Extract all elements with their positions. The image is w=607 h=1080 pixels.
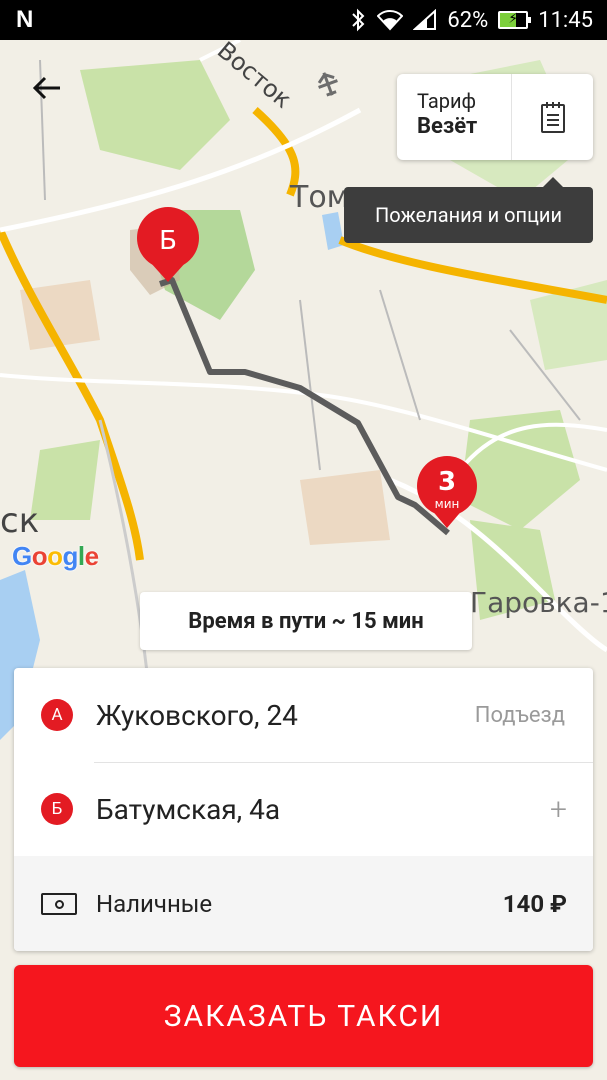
add-stop-button[interactable]: + xyxy=(550,792,567,827)
google-letter: l xyxy=(77,541,85,571)
cash-icon xyxy=(41,893,77,915)
wifi-icon xyxy=(377,10,404,31)
map-label-town-top: Том xyxy=(289,180,349,215)
map-label-town-right: Гаровка-1 xyxy=(470,586,607,619)
travel-time-label: Время в пути ~ 15 мин xyxy=(140,592,472,650)
battery-charging-icon: ⚡ xyxy=(498,11,532,29)
payment-method: Наличные xyxy=(96,889,213,918)
options-button[interactable] xyxy=(512,74,593,160)
google-letter: e xyxy=(84,541,99,571)
notepad-icon xyxy=(540,102,565,133)
google-letter: G xyxy=(12,541,32,571)
destination-address-row[interactable]: Б Батумская, 4а + xyxy=(14,762,593,856)
bluetooth-icon xyxy=(352,8,365,32)
google-letter: o xyxy=(31,541,48,571)
carrier-logo: N xyxy=(16,6,33,33)
tariff-name: Везёт xyxy=(417,114,478,139)
trip-price: 140 ₽ xyxy=(502,889,567,918)
status-bar: N 62% ⚡ 11:45 xyxy=(0,0,607,40)
route-card: А Жуковского, 24 Подъезд Б Батумская, 4а… xyxy=(14,668,593,951)
payment-row[interactable]: Наличные 140 ₽ xyxy=(14,856,593,951)
google-logo: Google xyxy=(12,541,99,572)
map-label-town-left: ск xyxy=(0,501,39,541)
arrow-back-icon xyxy=(32,76,60,100)
destination-address: Батумская, 4а xyxy=(96,792,281,826)
options-tooltip: Пожелания и опции xyxy=(344,177,593,243)
signal-icon xyxy=(413,9,437,30)
pickup-address: Жуковского, 24 xyxy=(96,698,298,732)
pickup-minutes-unit: мин xyxy=(435,497,460,511)
destination-badge: Б xyxy=(41,793,73,825)
google-letter: g xyxy=(62,541,79,571)
destination-pin-label: Б xyxy=(159,226,177,256)
google-letter: o xyxy=(47,541,63,571)
pickup-minutes: 3 xyxy=(438,467,456,497)
tariff-selector[interactable]: Тариф Везёт xyxy=(397,74,512,160)
battery-percent: 62% xyxy=(447,7,489,33)
entrance-button[interactable]: Подъезд xyxy=(475,703,565,728)
order-taxi-button[interactable]: ЗАКАЗАТЬ ТАКСИ xyxy=(14,965,593,1067)
tariff-card: Тариф Везёт xyxy=(397,74,593,160)
tariff-label: Тариф xyxy=(417,89,476,113)
pickup-address-row[interactable]: А Жуковского, 24 Подъезд xyxy=(14,668,593,762)
back-button[interactable] xyxy=(22,68,72,108)
clock: 11:45 xyxy=(538,7,593,33)
pickup-badge: А xyxy=(41,699,73,731)
